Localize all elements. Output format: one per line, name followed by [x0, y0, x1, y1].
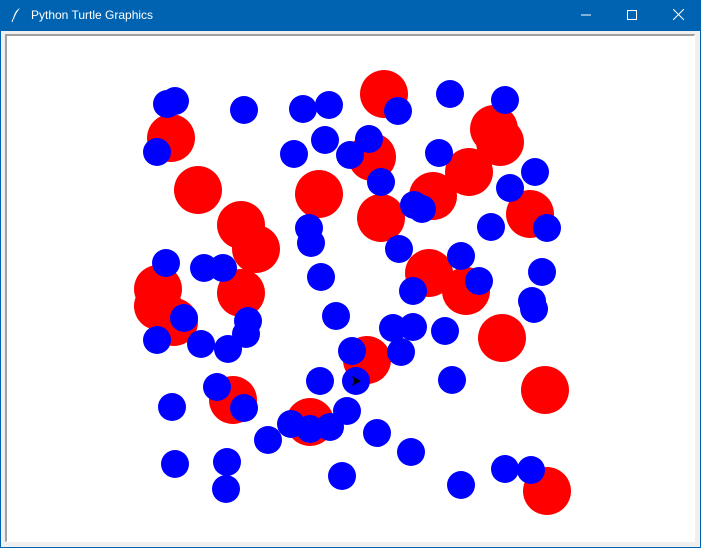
blue-dot [336, 141, 364, 169]
close-icon [672, 7, 684, 25]
minimize-button[interactable] [563, 0, 609, 31]
red-dot [174, 166, 222, 214]
red-dot [232, 225, 280, 273]
window-client-area [1, 31, 700, 547]
blue-dot [533, 214, 561, 242]
blue-dot [213, 448, 241, 476]
blue-dot [408, 195, 436, 223]
blue-dot [161, 87, 189, 115]
drawing-surface [134, 70, 571, 515]
blue-dot [161, 450, 189, 478]
blue-dot [477, 213, 505, 241]
blue-dot [212, 475, 240, 503]
blue-dot [465, 267, 493, 295]
blue-dot [447, 471, 475, 499]
blue-dot [528, 258, 556, 286]
maximize-button[interactable] [609, 0, 655, 31]
red-dot [295, 170, 343, 218]
blue-dot [209, 254, 237, 282]
blue-dot [152, 249, 180, 277]
red-dot [357, 194, 405, 242]
blue-dot [520, 295, 548, 323]
red-dot [521, 366, 569, 414]
blue-dot [306, 367, 334, 395]
blue-dot [143, 138, 171, 166]
blue-dot [315, 91, 343, 119]
blue-dot [214, 335, 242, 363]
blue-dot [254, 426, 282, 454]
blue-dot [158, 393, 186, 421]
feather-icon [9, 7, 25, 23]
close-button[interactable] [655, 0, 701, 31]
maximize-icon [627, 7, 637, 25]
window-title: Python Turtle Graphics [31, 8, 154, 22]
red-dot [478, 314, 526, 362]
blue-dot [387, 338, 415, 366]
blue-dot [170, 304, 198, 332]
blue-dot [297, 229, 325, 257]
blue-dot [436, 80, 464, 108]
blue-dot [399, 313, 427, 341]
blue-dot [367, 168, 395, 196]
blue-dot [307, 263, 335, 291]
blue-dot [517, 456, 545, 484]
title-bar[interactable]: Python Turtle Graphics [0, 0, 701, 31]
blue-dot [397, 438, 425, 466]
blue-dot [316, 413, 344, 441]
blue-dot [384, 97, 412, 125]
blue-dot [496, 174, 524, 202]
blue-dot [230, 96, 258, 124]
blue-dot [385, 235, 413, 263]
blue-dot [491, 455, 519, 483]
blue-dot [230, 394, 258, 422]
blue-dot [491, 86, 519, 114]
blue-dot [447, 242, 475, 270]
minimize-icon [581, 7, 591, 25]
blue-dot [289, 95, 317, 123]
blue-dot [338, 337, 366, 365]
blue-dot [280, 140, 308, 168]
blue-dot [399, 277, 427, 305]
blue-dot [328, 462, 356, 490]
blue-dot [311, 126, 339, 154]
blue-dot [143, 326, 171, 354]
blue-dot [322, 302, 350, 330]
blue-dot [363, 419, 391, 447]
blue-dot [425, 139, 453, 167]
blue-dot [431, 317, 459, 345]
blue-dot [187, 330, 215, 358]
blue-dot [521, 158, 549, 186]
blue-dot [438, 366, 466, 394]
blue-dot [203, 373, 231, 401]
turtle-canvas[interactable] [5, 34, 695, 542]
